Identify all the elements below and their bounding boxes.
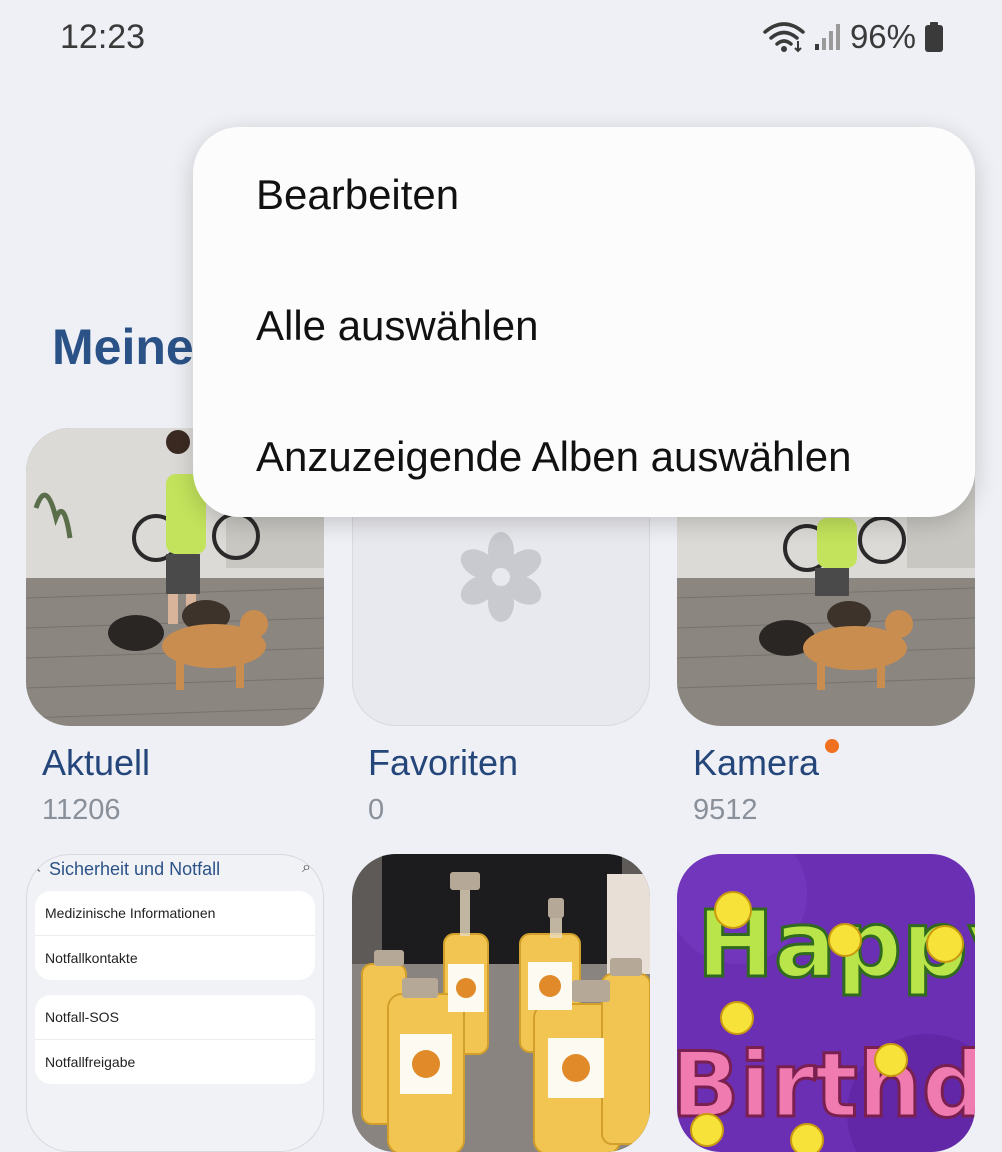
album-name-text: Kamera: [693, 742, 820, 783]
album-screenshots[interactable]: ‹ Sicherheit und Notfall ⌕ Medizinische …: [26, 854, 324, 1152]
album-count: 11206: [42, 794, 121, 826]
settings-row: Notfallkontakte: [45, 950, 138, 966]
album-thumbnail[interactable]: Happy Birthday: [677, 854, 975, 1152]
settings-row: Medizinische Informationen: [35, 891, 315, 936]
settings-card: Notfall-SOS Notfallfreigabe: [35, 995, 315, 1084]
status-time: 12:23: [60, 18, 146, 56]
album-name: Aktuell: [42, 742, 151, 783]
battery-percent: 96%: [849, 18, 916, 55]
settings-row: Notfall-SOS: [35, 995, 315, 1040]
menu-item-choose-albums[interactable]: Anzuzeigende Alben auswählen: [256, 433, 851, 481]
back-icon: ‹: [35, 857, 41, 877]
section-title: Meine: [52, 319, 194, 375]
album-count: 0: [368, 794, 385, 826]
new-items-badge: [825, 739, 840, 753]
album-name: Kamera: [693, 739, 840, 784]
wifi-icon: [762, 20, 806, 54]
settings-row: Notfallfreigabe: [45, 1054, 136, 1070]
menu-item-edit[interactable]: Bearbeiten: [256, 171, 459, 219]
status-icons: 96%: [762, 18, 944, 56]
album-name: Favoriten: [368, 742, 519, 783]
settings-card: Medizinische Informationen Notfallkontak…: [35, 891, 315, 980]
overflow-menu: Bearbeiten Alle auswählen Anzuzeigende A…: [193, 127, 975, 517]
battery-icon: [924, 21, 944, 53]
signal-icon: [814, 22, 842, 52]
menu-item-select-all[interactable]: Alle auswählen: [256, 302, 539, 350]
album-thumbnail[interactable]: ‹ Sicherheit und Notfall ⌕ Medizinische …: [26, 854, 324, 1152]
album-thumbnail[interactable]: [352, 854, 650, 1152]
album-birthday[interactable]: Happy Birthday: [677, 854, 975, 1152]
album-bottles[interactable]: [352, 854, 650, 1152]
search-icon: ⌕: [302, 859, 311, 876]
album-count: 9512: [693, 794, 758, 826]
settings-title: Sicherheit und Notfall: [49, 859, 221, 879]
